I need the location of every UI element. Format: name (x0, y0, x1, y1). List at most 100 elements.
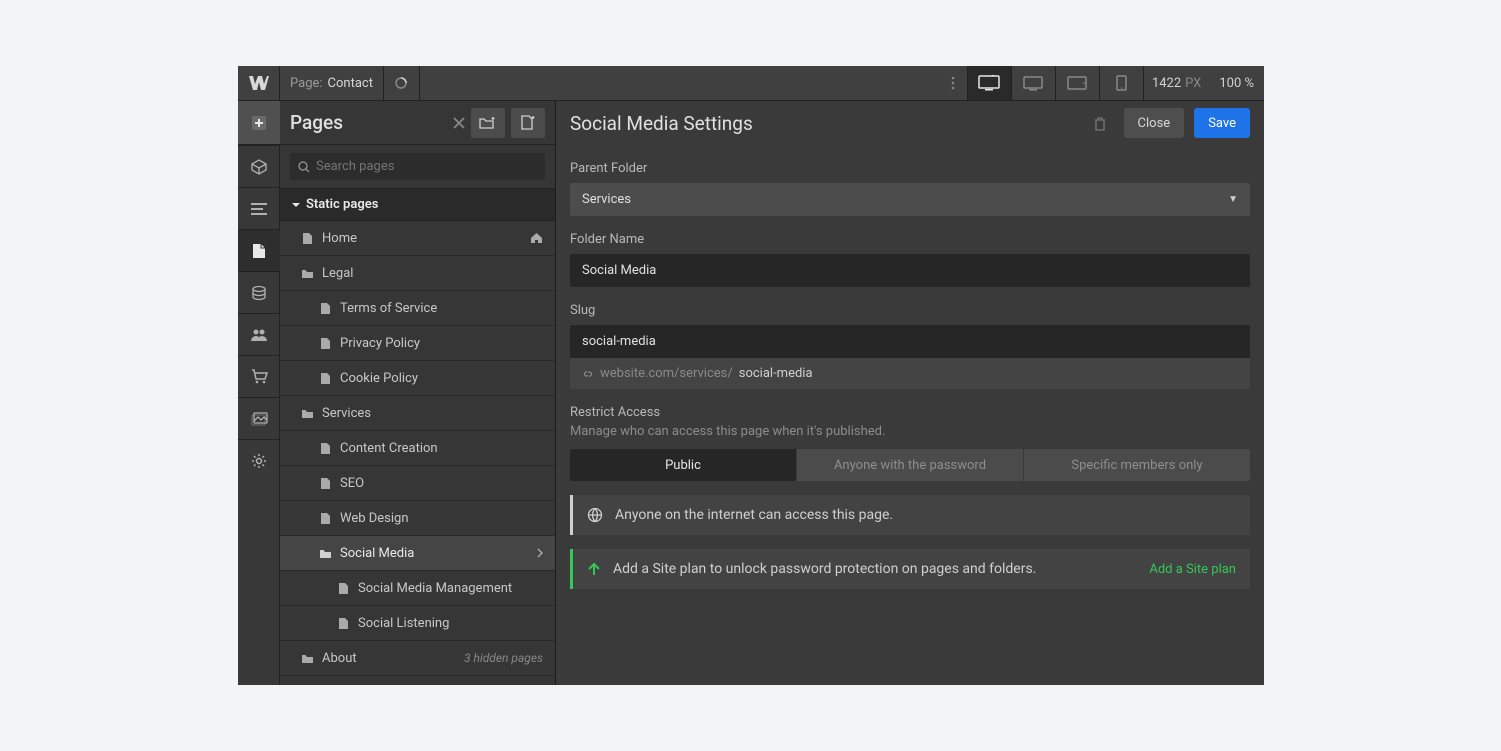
link-icon (582, 368, 594, 380)
page-icon (318, 302, 332, 315)
device-desktop[interactable] (1011, 66, 1055, 100)
px-label: PX (1185, 76, 1201, 91)
page-web-design[interactable]: Web Design (280, 501, 555, 536)
folder-label: About (322, 651, 456, 666)
parent-folder-label: Parent Folder (570, 161, 1250, 176)
hidden-pages-note: 3 hidden pages (464, 651, 543, 665)
folder-services[interactable]: Services (280, 396, 555, 431)
add-element-button[interactable] (238, 101, 280, 145)
page-label: Social Media Management (358, 581, 543, 596)
webflow-logo[interactable] (238, 66, 280, 101)
page-home[interactable]: Home (280, 221, 555, 256)
url-prefix: website.com/services/ (600, 366, 733, 381)
settings-title: Social Media Settings (570, 112, 1076, 135)
search-icon (298, 161, 310, 173)
folder-icon (300, 653, 314, 664)
page-label: Web Design (340, 511, 543, 526)
canvas-width-readout[interactable]: 1422 PX (1143, 66, 1209, 100)
device-desktop-large[interactable] (967, 66, 1011, 100)
page-icon (318, 477, 332, 490)
device-tablet[interactable] (1055, 66, 1099, 100)
parent-folder-select[interactable]: Services ▼ (570, 183, 1250, 216)
caret-down-icon: ▼ (1228, 194, 1238, 205)
close-panel-icon[interactable] (453, 117, 465, 129)
symbols-icon[interactable] (238, 145, 280, 187)
chevron-right-icon (537, 548, 543, 558)
static-pages-group[interactable]: Static pages (280, 188, 555, 221)
page-label: Content Creation (340, 441, 543, 456)
more-menu-icon[interactable] (939, 66, 967, 100)
search-pages-wrap (280, 145, 555, 188)
main-area: Pages Static page (238, 101, 1264, 685)
folder-social-media[interactable]: Social Media (280, 536, 555, 571)
access-members[interactable]: Specific members only (1023, 449, 1250, 481)
page-social-listening[interactable]: Social Listening (280, 606, 555, 641)
arrow-up-icon (587, 562, 601, 576)
page-cookie[interactable]: Cookie Policy (280, 361, 555, 396)
page-label: Cookie Policy (340, 371, 543, 386)
slug-input[interactable] (570, 325, 1250, 358)
folder-label: Legal (322, 266, 543, 281)
access-password[interactable]: Anyone with the password (796, 449, 1023, 481)
page-label: Social Listening (358, 616, 543, 631)
pages-tree: Static pages Home Legal Terms of Service (280, 188, 555, 676)
add-site-plan-link[interactable]: Add a Site plan (1149, 562, 1236, 577)
new-folder-button[interactable] (471, 108, 505, 138)
page-smm[interactable]: Social Media Management (280, 571, 555, 606)
search-pages-input[interactable] (290, 153, 545, 180)
app-window: Page: Contact 1422 PX (238, 66, 1264, 685)
device-mobile[interactable] (1099, 66, 1143, 100)
current-page-indicator[interactable]: Page: Contact (280, 66, 384, 100)
navigator-icon[interactable] (238, 187, 280, 229)
preview-toggle[interactable] (384, 66, 420, 101)
pages-panel-header: Pages (280, 101, 555, 145)
settings-gear-icon[interactable] (238, 439, 280, 481)
new-page-button[interactable] (511, 108, 545, 138)
page-icon (318, 442, 332, 455)
page-label: SEO (340, 476, 543, 491)
folder-icon (300, 408, 314, 419)
assets-icon[interactable] (238, 397, 280, 439)
zoom-value: 100 % (1219, 76, 1254, 91)
page-content-creation[interactable]: Content Creation (280, 431, 555, 466)
public-access-notice: Anyone on the internet can access this p… (570, 495, 1250, 535)
canvas-width-value: 1422 (1152, 76, 1181, 91)
page-icon (336, 582, 350, 595)
close-button[interactable]: Close (1124, 108, 1185, 138)
caret-down-icon (292, 201, 300, 209)
settings-panel: Social Media Settings Close Save Parent … (556, 101, 1264, 685)
page-privacy[interactable]: Privacy Policy (280, 326, 555, 361)
page-icon (318, 372, 332, 385)
page-seo[interactable]: SEO (280, 466, 555, 501)
page-label: Home (322, 231, 522, 246)
page-tos[interactable]: Terms of Service (280, 291, 555, 326)
pages-icon[interactable] (238, 229, 280, 271)
top-bar: Page: Contact 1422 PX (238, 66, 1264, 101)
restrict-access-label: Restrict Access (570, 405, 1250, 420)
delete-icon[interactable] (1086, 109, 1114, 137)
folder-name-input[interactable] (570, 254, 1250, 287)
folder-name-label: Folder Name (570, 232, 1250, 247)
notice-text: Add a Site plan to unlock password prote… (613, 561, 1036, 577)
settings-header: Social Media Settings Close Save (570, 101, 1250, 145)
page-name: Contact (328, 76, 373, 91)
pages-panel-title: Pages (290, 111, 451, 134)
site-plan-notice: Add a Site plan to unlock password prote… (570, 549, 1250, 589)
url-preview: website.com/services/social-media (570, 358, 1250, 389)
zoom-readout[interactable]: 100 % (1209, 76, 1264, 91)
globe-icon (587, 507, 603, 523)
folder-icon (300, 268, 314, 279)
users-icon[interactable] (238, 313, 280, 355)
page-label: Terms of Service (340, 301, 543, 316)
page-prefix: Page: (290, 76, 323, 91)
folder-about[interactable]: About 3 hidden pages (280, 641, 555, 676)
save-button[interactable]: Save (1194, 108, 1250, 138)
folder-legal[interactable]: Legal (280, 256, 555, 291)
folder-label: Social Media (340, 546, 529, 561)
static-pages-label: Static pages (306, 197, 378, 212)
ecommerce-icon[interactable] (238, 355, 280, 397)
folder-icon (318, 548, 332, 559)
left-rail (238, 101, 280, 685)
access-public[interactable]: Public (570, 449, 796, 481)
cms-icon[interactable] (238, 271, 280, 313)
